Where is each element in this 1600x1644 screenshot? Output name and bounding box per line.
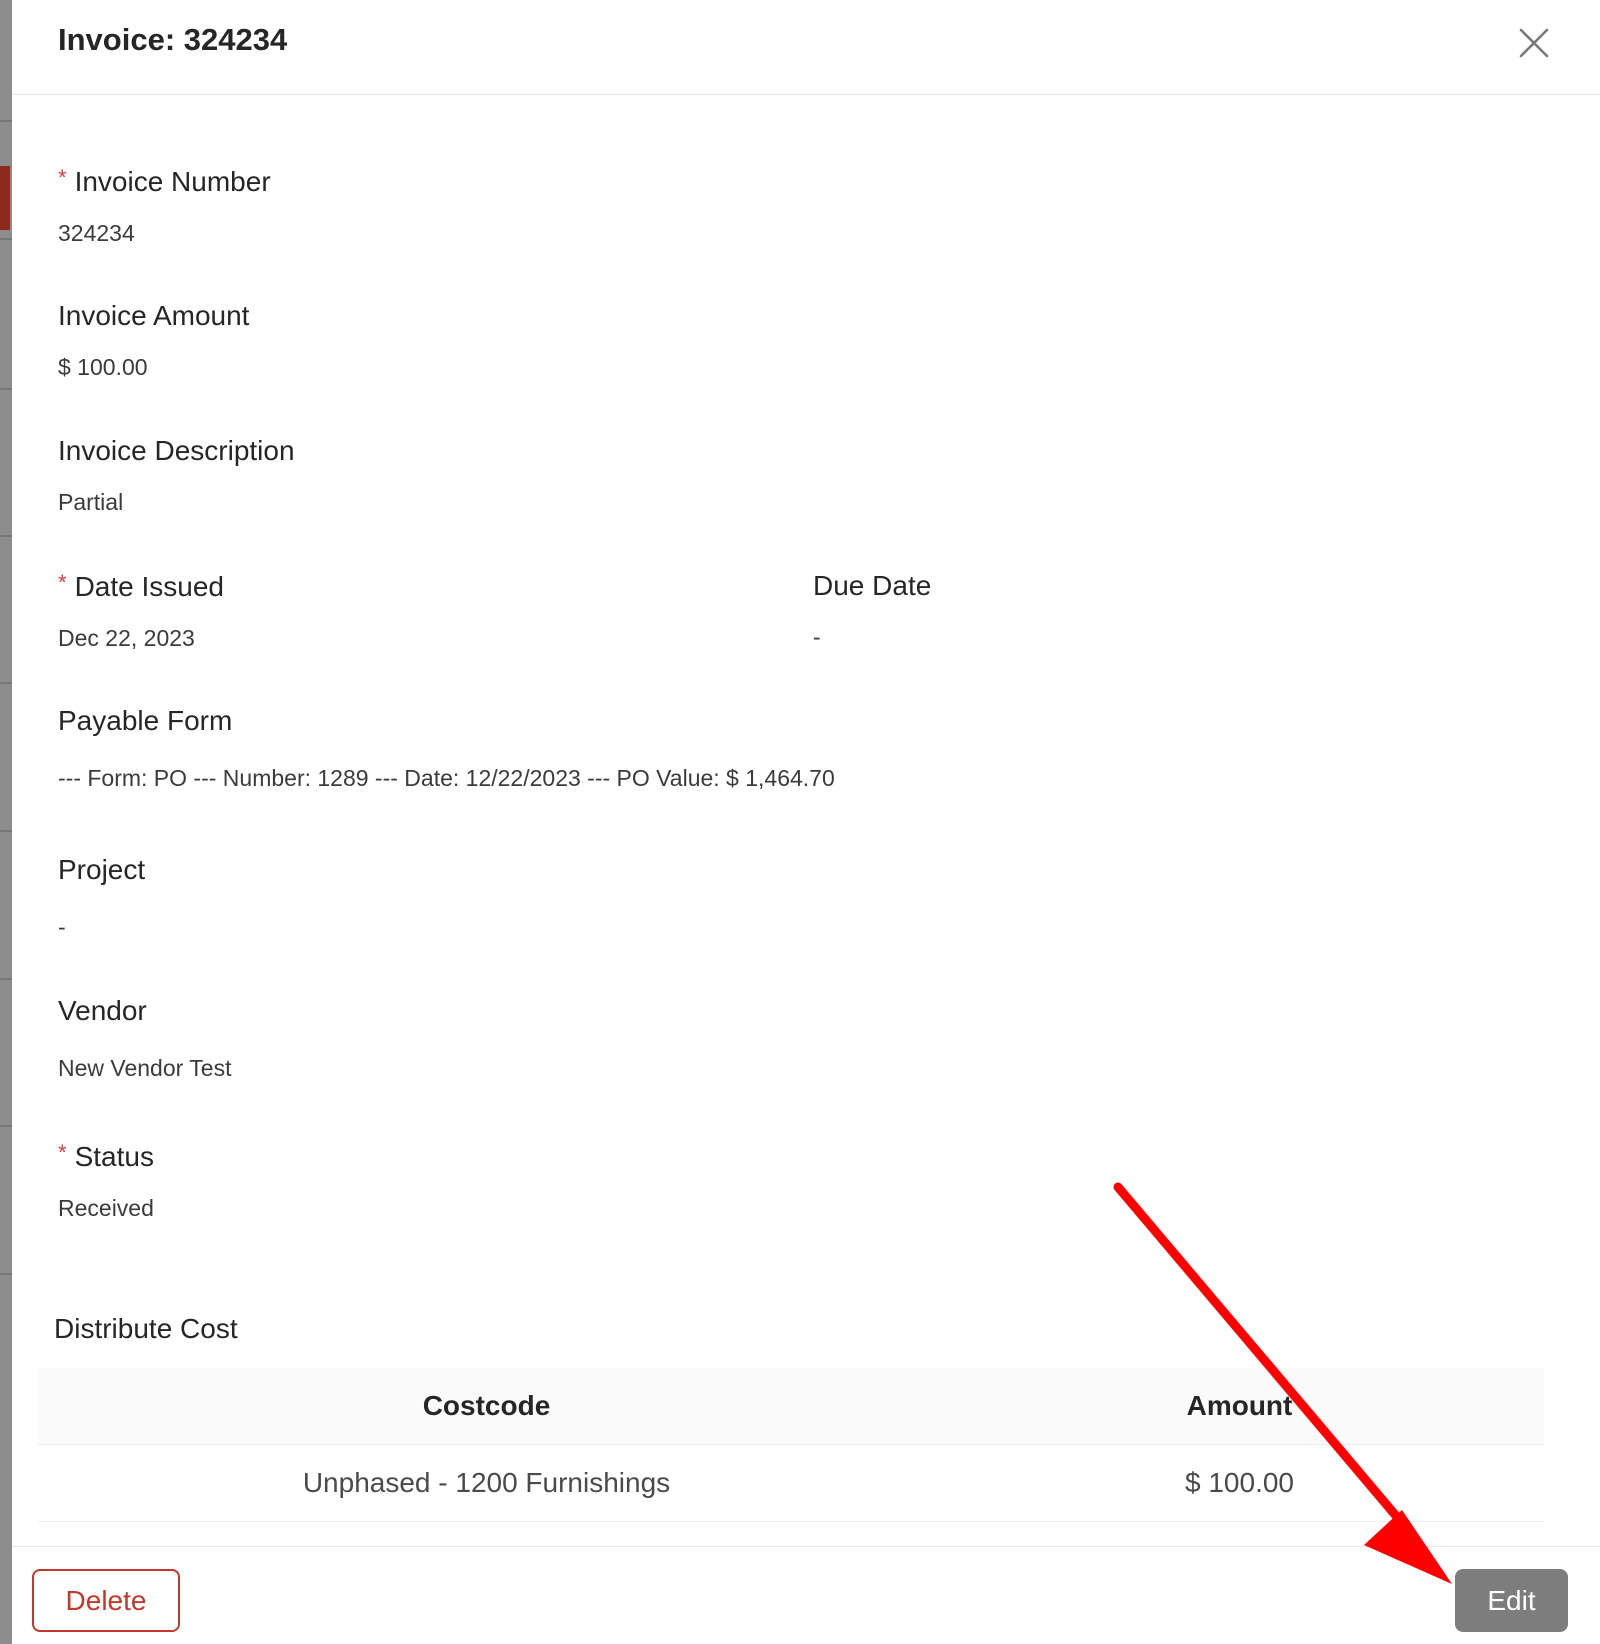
required-marker: * [58, 570, 67, 595]
edit-button[interactable]: Edit [1455, 1569, 1568, 1632]
background-divider [0, 120, 12, 122]
invoice-modal: Invoice: 324234 * Invoice Number 324234 I… [12, 0, 1600, 1644]
delete-button[interactable]: Delete [32, 1569, 180, 1632]
required-marker: * [58, 165, 67, 190]
costcode-cell: Unphased - 1200 Furnishings [302, 1467, 671, 1498]
field-invoice-description: Invoice Description Partial [58, 435, 295, 516]
invoice-number-label: * Invoice Number [58, 165, 271, 197]
required-marker: * [58, 1140, 67, 1165]
background-divider [0, 830, 12, 832]
close-button[interactable] [1516, 25, 1552, 61]
field-project: Project - [58, 854, 145, 941]
close-icon [1519, 28, 1549, 58]
field-invoice-amount: Invoice Amount $ 100.00 [58, 300, 249, 381]
field-invoice-number: * Invoice Number 324234 [58, 165, 271, 247]
field-status: * Status Received [58, 1140, 154, 1222]
background-divider [0, 238, 12, 240]
background-app-edge [0, 0, 12, 1644]
due-date-label: Due Date [813, 570, 932, 601]
distribute-cost-title: Distribute Cost [54, 1313, 238, 1344]
background-divider [0, 388, 12, 390]
field-date-issued: * Date Issued Dec 22, 2023 [58, 570, 224, 652]
vendor-label: Vendor [58, 995, 147, 1026]
project-label: Project [58, 854, 146, 885]
table-row: Unphased - 1200 Furnishings $ 100.00 [38, 1445, 1544, 1522]
field-payable-form: Payable Form --- Form: PO --- Number: 12… [58, 705, 835, 792]
status-label: * Status [58, 1140, 154, 1172]
column-header-costcode: Costcode [422, 1390, 551, 1421]
vendor-value: New Vendor Test [58, 1055, 232, 1081]
due-date-value: - [813, 624, 821, 650]
payable-form-value: --- Form: PO --- Number: 1289 --- Date: … [58, 765, 835, 791]
background-divider [0, 1125, 12, 1127]
modal-title: Invoice: 324234 [58, 22, 288, 57]
invoice-description-value: Partial [58, 489, 124, 515]
date-issued-label: * Date Issued [58, 570, 224, 602]
background-divider [0, 682, 12, 684]
background-divider [0, 535, 12, 537]
date-issued-value: Dec 22, 2023 [58, 625, 195, 651]
payable-form-label: Payable Form [58, 705, 233, 736]
status-value: Received [58, 1195, 154, 1221]
background-divider [0, 1273, 12, 1275]
table-header: Costcode Amount [38, 1368, 1544, 1445]
invoice-description-label: Invoice Description [58, 435, 295, 466]
amount-cell: $ 100.00 [1185, 1467, 1294, 1498]
background-divider [0, 978, 12, 980]
background-badge [0, 166, 10, 230]
field-vendor: Vendor New Vendor Test [58, 995, 231, 1082]
project-value: - [58, 914, 66, 940]
column-header-amount: Amount [1186, 1390, 1293, 1421]
modal-footer: Delete Edit [12, 1546, 1600, 1644]
field-due-date: Due Date - [813, 570, 931, 651]
invoice-amount-label: Invoice Amount [58, 300, 250, 331]
modal-header: Invoice: 324234 [12, 0, 1600, 95]
invoice-amount-value: $ 100.00 [58, 354, 148, 380]
invoice-number-value: 324234 [58, 220, 135, 246]
distribute-cost-table: Costcode Amount Unphased - 1200 Furnishi… [38, 1368, 1544, 1522]
